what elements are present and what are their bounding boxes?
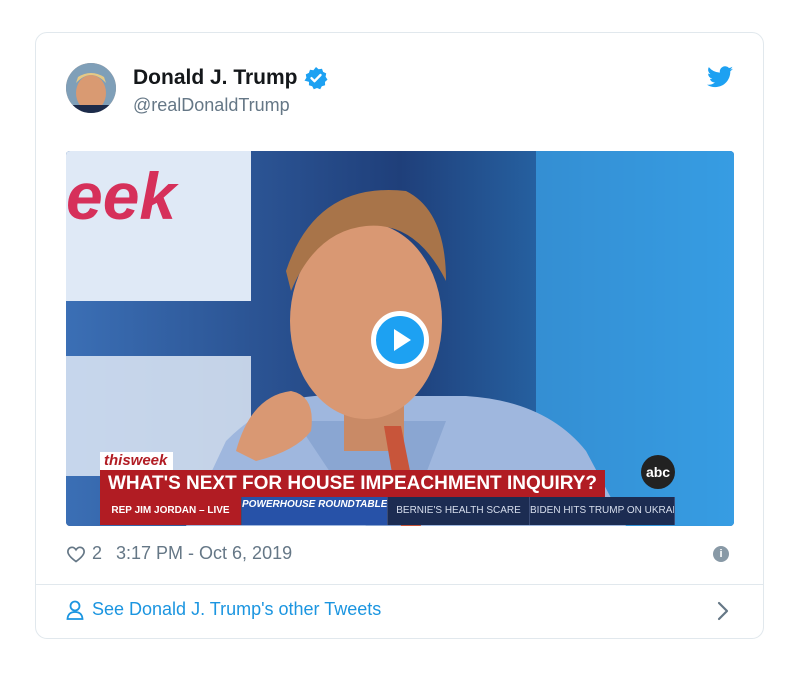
news-ticker: REP JIM JORDAN – LIVE POWERHOUSE ROUNDTA… [100, 497, 675, 525]
user-icon [66, 600, 84, 620]
ticker-item: BIDEN HITS TRUMP ON UKRAINE [530, 497, 675, 525]
network-logo: abc [641, 455, 675, 489]
play-icon [394, 329, 411, 351]
video-headline: WHAT'S NEXT FOR HOUSE IMPEACHMENT INQUIR… [100, 470, 606, 497]
twitter-bird-icon[interactable] [707, 66, 733, 88]
tweet-meta: 2 3:17 PM - Oct 6, 2019 [66, 543, 292, 564]
verified-badge-icon [304, 67, 328, 90]
ticker-item: POWERHOUSE ROUNDTABLE [242, 497, 388, 525]
video-player[interactable]: eek thisweek WHAT'S NEXT FOR HOUSE IMPEA… [66, 151, 734, 526]
info-icon[interactable]: i [713, 546, 729, 562]
avatar[interactable] [66, 63, 116, 113]
like-count[interactable]: 2 [92, 543, 102, 564]
author-handle[interactable]: @realDonaldTrump [133, 95, 290, 116]
background-word: eek [66, 159, 179, 233]
divider [36, 584, 763, 585]
timestamp[interactable]: 3:17 PM - Oct 6, 2019 [116, 543, 292, 564]
show-tag: thisweek [100, 452, 174, 470]
other-tweets-link[interactable]: See Donald J. Trump's other Tweets [66, 599, 381, 620]
chevron-right-icon[interactable] [717, 601, 729, 621]
ticker-item: REP JIM JORDAN – LIVE [100, 497, 242, 525]
author-name[interactable]: Donald J. Trump [133, 66, 328, 90]
play-button[interactable] [371, 311, 429, 369]
other-tweets-label[interactable]: See Donald J. Trump's other Tweets [92, 599, 381, 620]
tweet-card: Donald J. Trump @realDonaldTrump eek thi… [35, 32, 764, 639]
author-name-text[interactable]: Donald J. Trump [133, 66, 298, 90]
ticker-item: BERNIE'S HEALTH SCARE [388, 497, 530, 525]
heart-icon[interactable] [66, 544, 86, 564]
